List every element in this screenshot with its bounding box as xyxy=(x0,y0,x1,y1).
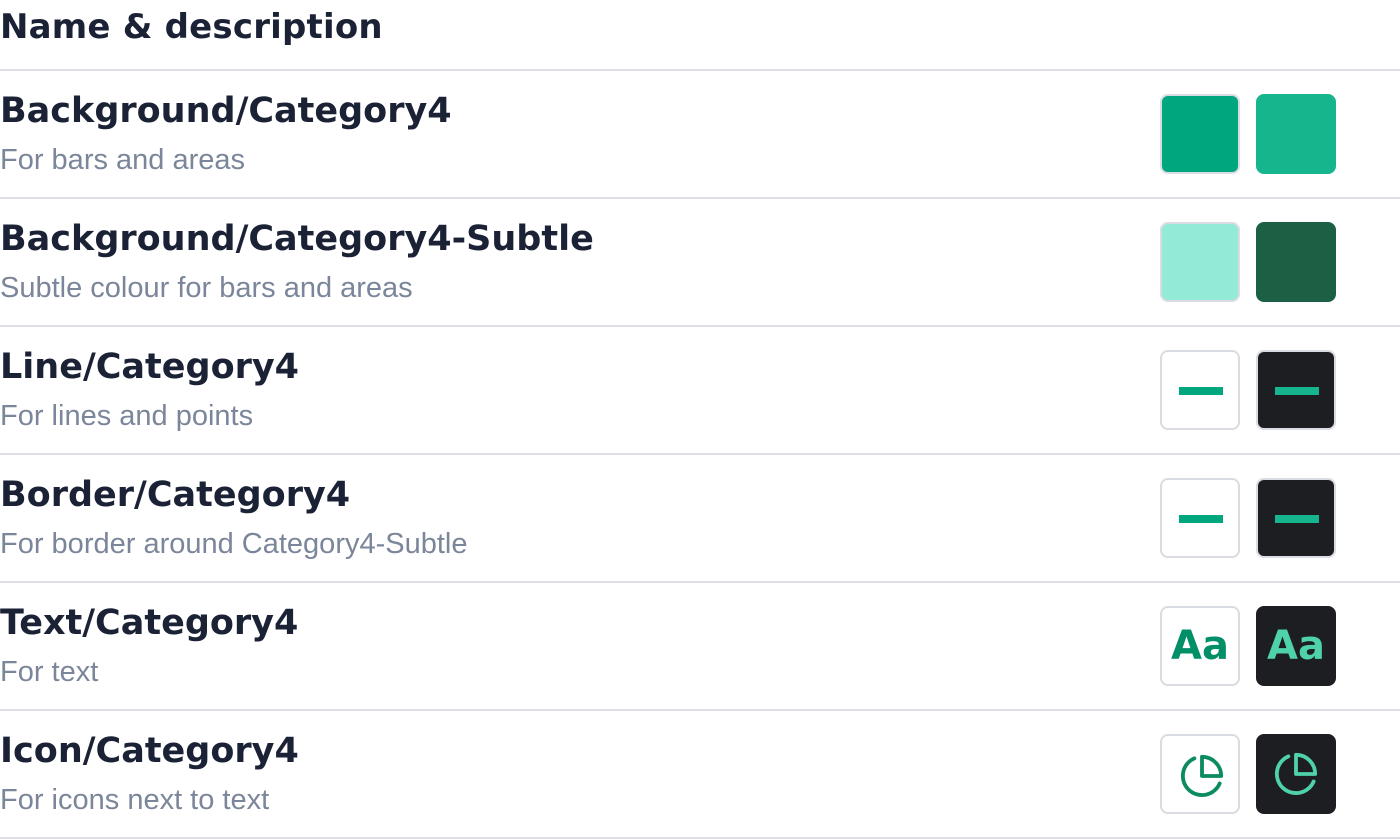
light-fill-swatch xyxy=(1160,94,1240,174)
line-sample-icon xyxy=(1275,387,1319,395)
token-row-icon-category4: Icon/Category4 For icons next to text xyxy=(0,711,1400,839)
token-description: For border around Category4-Subtle xyxy=(0,528,468,560)
light-fill-swatch xyxy=(1160,222,1240,302)
dark-text-swatch: Aa xyxy=(1256,606,1336,686)
dark-fill-swatch xyxy=(1256,222,1336,302)
token-description: For bars and areas xyxy=(0,144,246,176)
dark-fill-swatch xyxy=(1256,94,1336,174)
token-row-background-category4: Background/Category4 For bars and areas xyxy=(0,71,1400,199)
token-name: Text/Category4 xyxy=(0,603,299,643)
light-icon-swatch xyxy=(1160,734,1240,814)
pie-chart-icon xyxy=(1274,752,1318,795)
token-name: Icon/Category4 xyxy=(0,731,299,771)
line-sample-icon xyxy=(1275,515,1319,523)
token-name: Background/Category4-Subtle xyxy=(0,219,594,259)
pie-chart-icon xyxy=(1180,754,1224,797)
line-sample-icon xyxy=(1179,515,1223,523)
token-row-text-category4: Text/Category4 For text Aa Aa xyxy=(0,583,1400,711)
dark-border-swatch xyxy=(1256,478,1336,558)
light-border-swatch xyxy=(1160,478,1240,558)
token-row-background-category4-subtle: Background/Category4-Subtle Subtle colou… xyxy=(0,199,1400,327)
dark-line-swatch xyxy=(1256,350,1336,430)
text-sample: Aa xyxy=(1267,623,1325,669)
line-sample-icon xyxy=(1179,387,1223,395)
token-description: For lines and points xyxy=(0,400,254,432)
light-text-swatch: Aa xyxy=(1160,606,1240,686)
token-description: Subtle colour for bars and areas xyxy=(0,272,413,304)
token-row-border-category4: Border/Category4 For border around Categ… xyxy=(0,455,1400,583)
token-name: Background/Category4 xyxy=(0,91,452,131)
light-line-swatch xyxy=(1160,350,1240,430)
token-name: Border/Category4 xyxy=(0,475,351,515)
token-description: For icons next to text xyxy=(0,784,270,816)
token-description: For text xyxy=(0,656,99,688)
text-sample: Aa xyxy=(1171,623,1229,669)
column-header-name-description: Name & description xyxy=(0,7,383,47)
table-header: Name & description xyxy=(0,0,1400,71)
token-row-line-category4: Line/Category4 For lines and points xyxy=(0,327,1400,455)
dark-icon-swatch xyxy=(1256,734,1336,814)
token-name: Line/Category4 xyxy=(0,347,300,387)
